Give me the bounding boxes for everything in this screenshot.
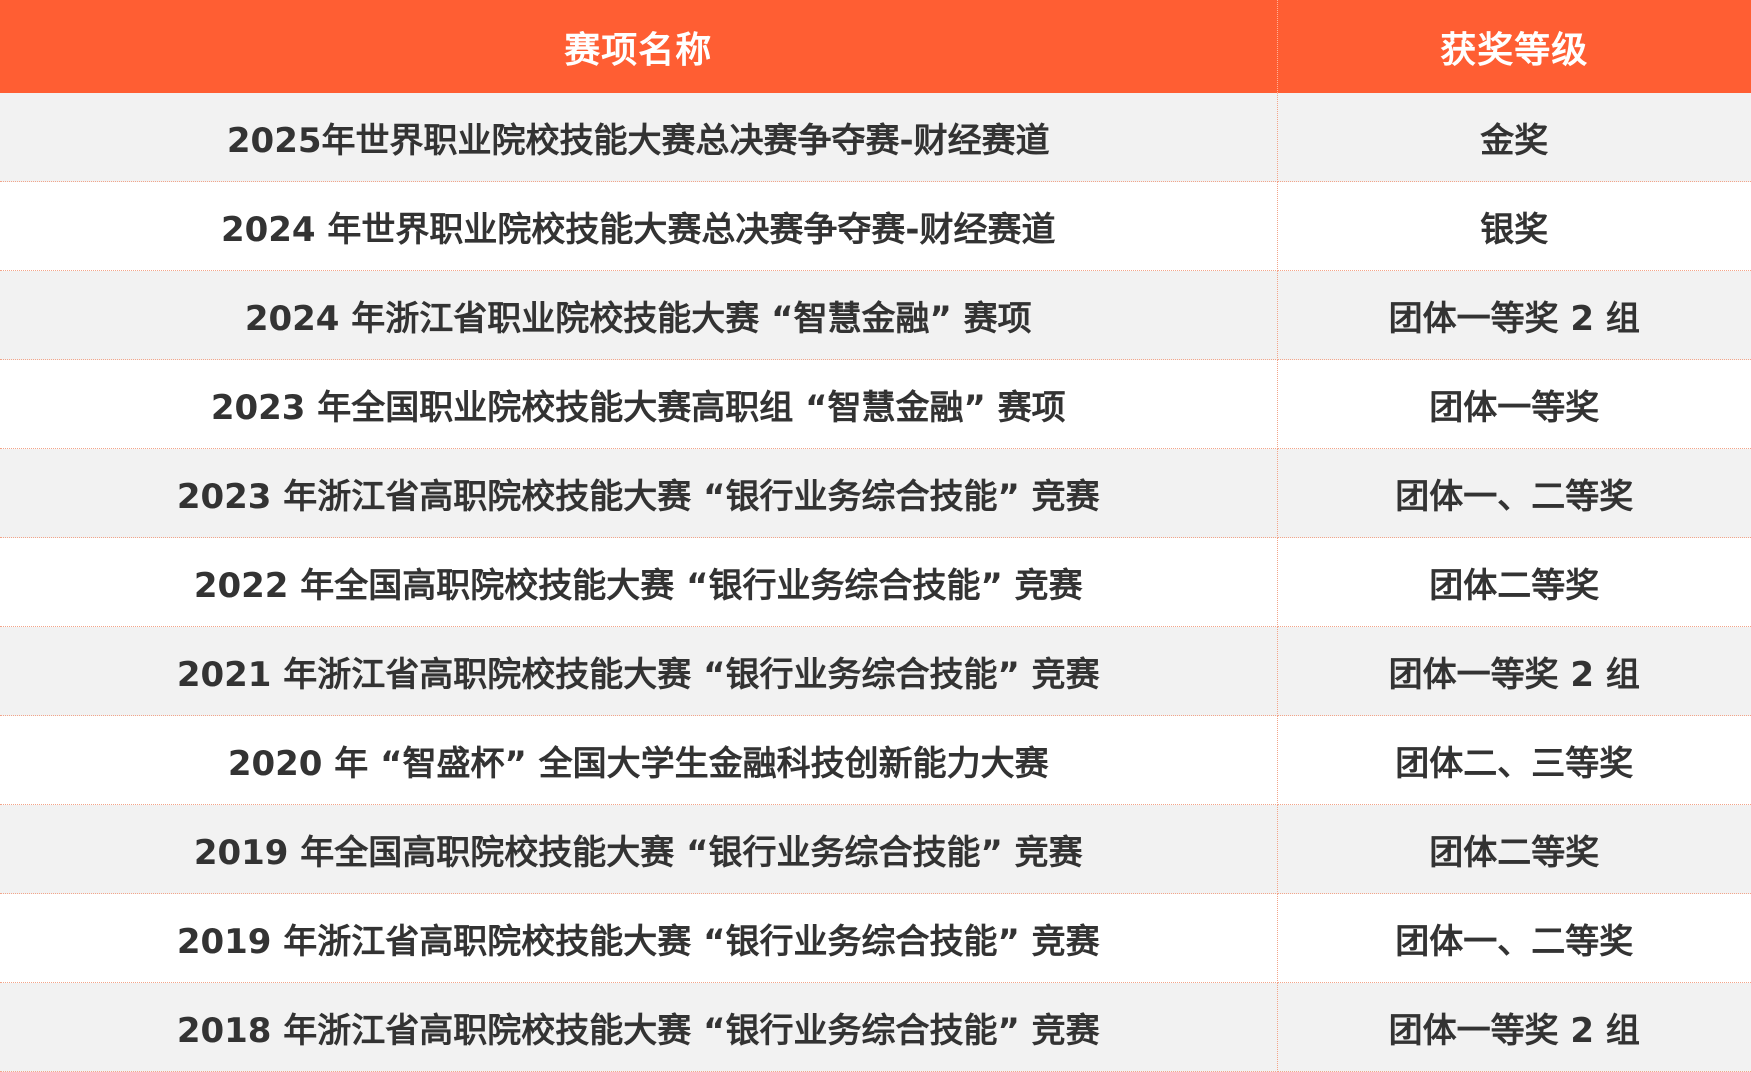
award-level-cell: 金奖 bbox=[1277, 93, 1751, 182]
award-level-cell: 团体一等奖 2 组 bbox=[1277, 982, 1751, 1072]
award-level-cell: 银奖 bbox=[1277, 181, 1751, 271]
award-level-cell: 团体一等奖 2 组 bbox=[1277, 626, 1751, 716]
table-row: 2019 年浙江省高职院校技能大赛 “银行业务综合技能” 竞赛 团体一、二等奖 bbox=[0, 893, 1751, 983]
awards-table: 赛项名称 获奖等级 2025年世界职业院校技能大赛总决赛争夺赛-财经赛道 金奖 … bbox=[0, 0, 1751, 1072]
award-level-cell: 团体二等奖 bbox=[1277, 537, 1751, 627]
competition-name-cell: 2024 年世界职业院校技能大赛总决赛争夺赛-财经赛道 bbox=[0, 181, 1278, 271]
competition-name-cell: 2023 年浙江省高职院校技能大赛 “银行业务综合技能” 竞赛 bbox=[0, 448, 1278, 538]
table-row: 2024 年世界职业院校技能大赛总决赛争夺赛-财经赛道 银奖 bbox=[0, 181, 1751, 271]
table-row: 2025年世界职业院校技能大赛总决赛争夺赛-财经赛道 金奖 bbox=[0, 93, 1751, 182]
table-header-row: 赛项名称 获奖等级 bbox=[0, 0, 1751, 93]
table-row: 2023 年浙江省高职院校技能大赛 “银行业务综合技能” 竞赛 团体一、二等奖 bbox=[0, 448, 1751, 538]
award-level-cell: 团体二等奖 bbox=[1277, 804, 1751, 894]
table-row: 2021 年浙江省高职院校技能大赛 “银行业务综合技能” 竞赛 团体一等奖 2 … bbox=[0, 626, 1751, 716]
competition-name-cell: 2025年世界职业院校技能大赛总决赛争夺赛-财经赛道 bbox=[0, 93, 1278, 182]
competition-name-cell: 2023 年全国职业院校技能大赛高职组 “智慧金融” 赛项 bbox=[0, 359, 1278, 449]
competition-name-cell: 2021 年浙江省高职院校技能大赛 “银行业务综合技能” 竞赛 bbox=[0, 626, 1278, 716]
award-level-cell: 团体一、二等奖 bbox=[1277, 893, 1751, 983]
column-header-award-level: 获奖等级 bbox=[1277, 0, 1751, 93]
table-row: 2022 年全国高职院校技能大赛 “银行业务综合技能” 竞赛 团体二等奖 bbox=[0, 537, 1751, 627]
competition-name-cell: 2018 年浙江省高职院校技能大赛 “银行业务综合技能” 竞赛 bbox=[0, 982, 1278, 1072]
award-level-cell: 团体二、三等奖 bbox=[1277, 715, 1751, 805]
table-row: 2023 年全国职业院校技能大赛高职组 “智慧金融” 赛项 团体一等奖 bbox=[0, 359, 1751, 449]
competition-name-cell: 2020 年 “智盛杯” 全国大学生金融科技创新能力大赛 bbox=[0, 715, 1278, 805]
award-level-cell: 团体一、二等奖 bbox=[1277, 448, 1751, 538]
column-header-competition-name: 赛项名称 bbox=[0, 0, 1278, 93]
award-level-cell: 团体一等奖 bbox=[1277, 359, 1751, 449]
table-row: 2018 年浙江省高职院校技能大赛 “银行业务综合技能” 竞赛 团体一等奖 2 … bbox=[0, 982, 1751, 1072]
competition-name-cell: 2022 年全国高职院校技能大赛 “银行业务综合技能” 竞赛 bbox=[0, 537, 1278, 627]
competition-name-cell: 2024 年浙江省职业院校技能大赛 “智慧金融” 赛项 bbox=[0, 270, 1278, 360]
competition-name-cell: 2019 年浙江省高职院校技能大赛 “银行业务综合技能” 竞赛 bbox=[0, 893, 1278, 983]
table-row: 2020 年 “智盛杯” 全国大学生金融科技创新能力大赛 团体二、三等奖 bbox=[0, 715, 1751, 805]
table-row: 2019 年全国高职院校技能大赛 “银行业务综合技能” 竞赛 团体二等奖 bbox=[0, 804, 1751, 894]
table-row: 2024 年浙江省职业院校技能大赛 “智慧金融” 赛项 团体一等奖 2 组 bbox=[0, 270, 1751, 360]
award-level-cell: 团体一等奖 2 组 bbox=[1277, 270, 1751, 360]
competition-name-cell: 2019 年全国高职院校技能大赛 “银行业务综合技能” 竞赛 bbox=[0, 804, 1278, 894]
